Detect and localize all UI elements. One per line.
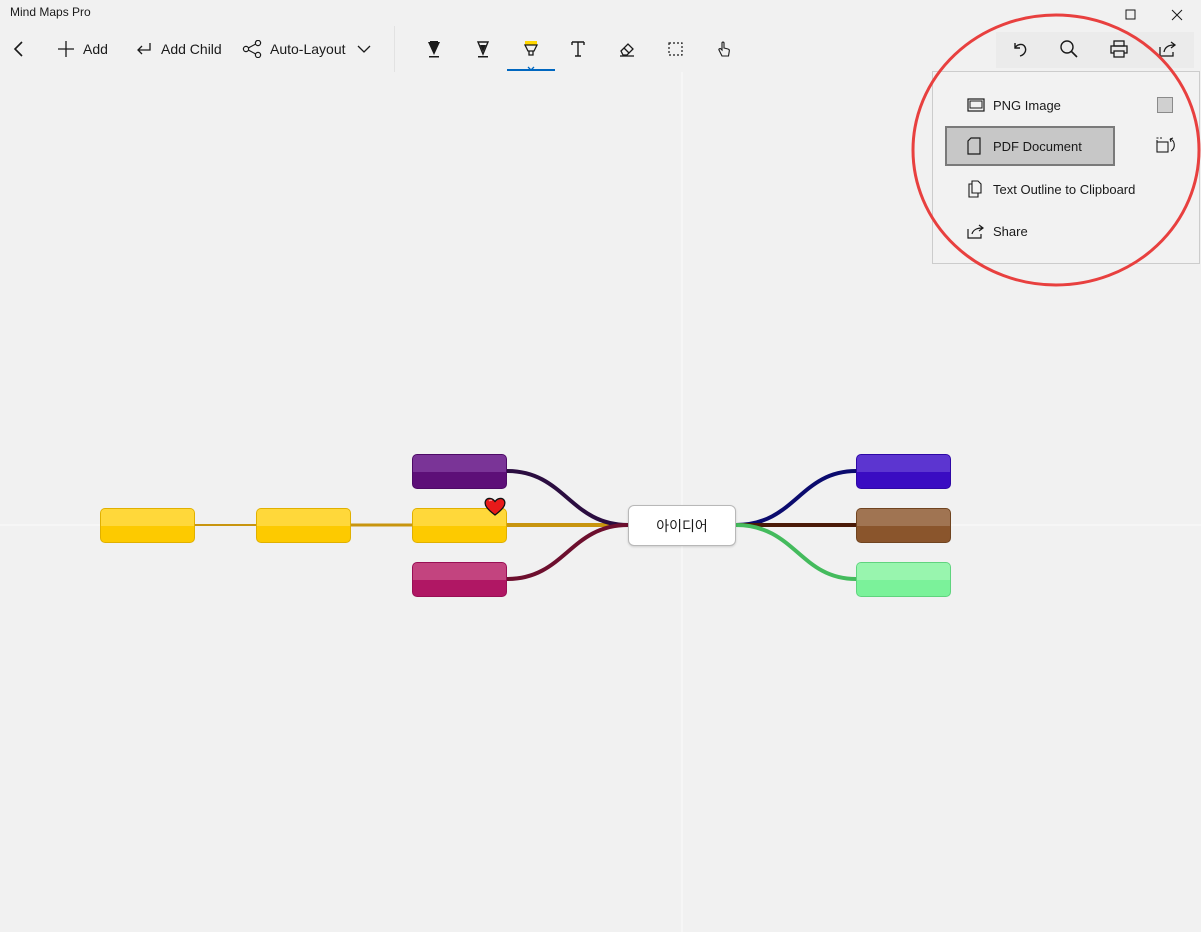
image-icon [967, 98, 985, 112]
mindmap-node-brown[interactable] [856, 508, 951, 543]
export-text-outline-label: Text Outline to Clipboard [993, 181, 1136, 197]
connector-center-maroon [506, 523, 629, 581]
document-icon [967, 137, 981, 155]
connector-center-navy [735, 469, 857, 527]
export-png-label: PNG Image [993, 97, 1061, 113]
rotate-page-icon [1156, 136, 1178, 156]
copy-icon [967, 180, 985, 198]
export-pdf-item[interactable]: PDF Document [945, 126, 1115, 166]
rotate-page-button[interactable] [1156, 136, 1178, 161]
mindmap-node-magenta[interactable] [412, 562, 507, 597]
export-text-outline-item[interactable]: Text Outline to Clipboard [945, 169, 1175, 209]
mindmap-node-yellow-outer[interactable] [100, 508, 195, 543]
export-menu: PNG Image PDF Document Text Outline to C… [932, 71, 1200, 264]
export-share-label: Share [993, 223, 1028, 239]
mindmap-node-purple[interactable] [412, 454, 507, 489]
mindmap-central-node[interactable]: 아이디어 [628, 505, 736, 546]
central-node-label: 아이디어 [656, 518, 708, 535]
heart-icon [483, 495, 507, 522]
connector-center-green [735, 523, 857, 581]
export-share-item[interactable]: Share [945, 211, 1115, 251]
mindmap-node-indigo[interactable] [856, 454, 951, 489]
mindmap-node-yellow-middle[interactable] [256, 508, 351, 543]
share-icon [967, 223, 985, 239]
export-png-item[interactable]: PNG Image [945, 85, 1115, 125]
export-option-checkbox[interactable] [1157, 97, 1173, 113]
mindmap-node-green[interactable] [856, 562, 951, 597]
connector-center-purple [506, 469, 629, 527]
export-pdf-label: PDF Document [993, 138, 1082, 154]
